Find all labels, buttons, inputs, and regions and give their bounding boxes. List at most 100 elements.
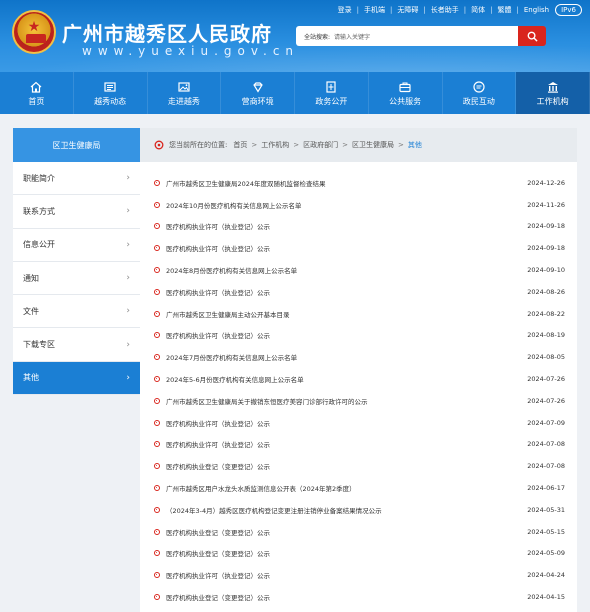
breadcrumb-health-bureau[interactable]: 区卫生健康局 [352,140,394,150]
list-item[interactable]: 医疗机构执业登记（变更登记）公示 2024-05-09 [140,543,577,565]
nav-business[interactable]: 营商环境 [221,72,295,114]
list-item[interactable]: 广州市越秀区卫生健康局2024年度双随机监督检查结果 2024-12-26 [140,172,577,194]
article-title-link[interactable]: 医疗机构执业许可（执业登记）公示 [166,330,519,340]
article-title-link[interactable]: 医疗机构执业许可（执业登记）公示 [166,439,519,449]
article-title-link[interactable]: 医疗机构执业许可（执业登记）公示 [166,418,519,428]
nav-label: 政务公开 [315,96,348,106]
sidebar-item-notices[interactable]: 通知 › [13,261,140,296]
nav-news[interactable]: 越秀动态 [74,72,148,114]
login-link[interactable]: 登录 [338,5,352,15]
nav-public-service[interactable]: 公共服务 [369,72,443,114]
sidebar-heading: 区卫生健康局 [13,128,140,162]
list-item[interactable]: 医疗机构执业许可（执业登记）公示 2024-07-09 [140,412,577,434]
list-item[interactable]: 医疗机构执业许可（执业登记）公示 2024-08-19 [140,325,577,347]
search-button[interactable] [518,26,546,46]
accessibility-link[interactable]: 无障碍 [397,5,418,15]
article-title-link[interactable]: 2024年5-6月份医疗机构有关信息网上公示名单 [166,374,519,384]
sidebar-item-other[interactable]: 其他 › [13,361,140,396]
breadcrumb-current[interactable]: 其他 [408,140,422,150]
article-date: 2024-11-26 [527,200,565,209]
list-item[interactable]: 医疗机构执业登记（变更登记）公示 2024-07-08 [140,455,577,477]
article-title-link[interactable]: 医疗机构执业登记（变更登记）公示 [166,461,519,471]
list-item[interactable]: 广州市越秀区卫生健康局主动公开基本目录 2024-08-22 [140,303,577,325]
nav-label: 公共服务 [389,96,422,106]
elder-helper-link[interactable]: 长者助手 [431,5,459,15]
list-item[interactable]: 2024年5-6月份医疗机构有关信息网上公示名单 2024-07-26 [140,368,577,390]
article-date: 2024-08-19 [527,331,565,340]
article-title-link[interactable]: 2024年10月份医疗机构有关信息网上公示名单 [166,200,519,210]
nav-gov-open[interactable]: 政务公开 [295,72,369,114]
article-date: 2024-05-15 [527,527,565,536]
article-title-link[interactable]: 2024年7月份医疗机构有关信息网上公示名单 [166,352,519,362]
bullet-icon [154,506,160,513]
sidebar-item-intro[interactable]: 职能简介 › [13,162,140,196]
bullet-icon [154,376,160,383]
traditional-link[interactable]: 繁體 [497,5,511,15]
article-title-link[interactable]: 医疗机构执业许可（执业登记）公示 [166,221,519,231]
article-title-link[interactable]: 医疗机构执业许可（执业登记）公示 [166,570,519,580]
article-title-link[interactable]: 广州市越秀区卫生健康局关于撤销东恒医疗美容门诊部行政许可的公示 [166,396,519,406]
article-date: 2024-07-08 [527,440,565,449]
article-title-link[interactable]: 医疗机构执业登记（变更登记）公示 [166,527,519,537]
nav-interaction[interactable]: 政民互动 [443,72,517,114]
article-date: 2024-12-26 [527,178,565,187]
nav-home[interactable]: 首页 [0,72,74,114]
article-title-link[interactable]: 广州市越秀区卫生健康局2024年度双随机监督检查结果 [166,178,519,188]
list-item[interactable]: 医疗机构执业许可（执业登记）公示 2024-08-26 [140,281,577,303]
nav-label: 工作机构 [536,96,569,106]
site-title[interactable]: 广州市越秀区人民政府 [62,18,272,47]
nav-about[interactable]: 走进越秀 [148,72,222,114]
list-item[interactable]: 2024年8月份医疗机构有关信息网上公示名单 2024-09-10 [140,259,577,281]
article-date: 2024-08-05 [527,353,565,362]
search-input[interactable]: 全站搜索: 请输入关键字 [296,26,518,46]
article-title-link[interactable]: （2024年3-4月）越秀区医疗机构登记变更注册注销停业备案结果情况公示 [166,505,519,515]
list-item[interactable]: 医疗机构执业登记（变更登记）公示 2024-04-15 [140,586,577,608]
home-icon [30,81,42,93]
article-title-link[interactable]: 医疗机构执业登记（变更登记）公示 [166,548,519,558]
article-title-link[interactable]: 医疗机构执业许可（执业登记）公示 [166,243,519,253]
list-item[interactable]: 2024年10月份医疗机构有关信息网上公示名单 2024-11-26 [140,194,577,216]
bullet-icon [154,201,160,208]
nav-agencies[interactable]: 工作机构 [516,72,590,114]
article-title-link[interactable]: 医疗机构执业登记（变更登记）公示 [166,592,519,602]
breadcrumb-departments[interactable]: 区政府部门 [303,140,338,150]
bullet-icon [154,354,160,361]
list-item[interactable]: （2024年3-4月）越秀区医疗机构登记变更注册注销停业备案结果情况公示 2024… [140,499,577,521]
mobile-link[interactable]: 手机端 [364,5,385,15]
sidebar-item-info-open[interactable]: 信息公开 › [13,228,140,262]
ipv6-badge: IPv6 [555,4,582,16]
list-item[interactable]: 广州市越秀区用户水龙头水质监测信息公开表（2024年第2季度） 2024-06-1… [140,477,577,499]
search-label: 全站搜索: [304,33,331,41]
list-item[interactable]: 2024年7月份医疗机构有关信息网上公示名单 2024-08-05 [140,346,577,368]
article-title-link[interactable]: 广州市越秀区卫生健康局主动公开基本目录 [166,309,519,319]
search-icon [527,31,538,42]
list-item[interactable]: 医疗机构执业许可（执业登记）公示 2024-07-08 [140,434,577,456]
briefcase-icon [399,82,411,92]
site-search: 全站搜索: 请输入关键字 [296,26,546,46]
list-item[interactable]: 医疗机构执业许可（执业登记）公示 2024-09-18 [140,237,577,259]
document-icon [326,80,336,93]
bullet-icon [154,572,160,579]
list-item[interactable]: 医疗机构执业登记（变更登记）公示 2024-05-15 [140,521,577,543]
article-title-link[interactable]: 2024年8月份医疗机构有关信息网上公示名单 [166,265,519,275]
chevron-right-icon: › [126,239,130,250]
breadcrumb-agencies[interactable]: 工作机构 [261,140,289,150]
top-links: 登录 | 手机端 | 无障碍 | 长者助手 | 简体 | 繁體 | English IPv6 [338,4,582,16]
article-title-link[interactable]: 医疗机构执业许可（执业登记）公示 [166,287,519,297]
sidebar-item-downloads[interactable]: 下载专区 › [13,328,140,362]
article-date: 2024-08-26 [527,287,565,296]
sidebar-item-contact[interactable]: 联系方式 › [13,195,140,229]
article-title-link[interactable]: 广州市越秀区用户水龙头水质监测信息公开表（2024年第2季度） [166,483,519,493]
sidebar-item-files[interactable]: 文件 › [13,295,140,329]
english-link[interactable]: English [524,6,549,14]
list-item[interactable]: 医疗机构执业许可（执业登记）公示 2024-04-24 [140,564,577,586]
sidebar-item-label: 职能简介 [23,173,55,183]
article-date: 2024-07-26 [527,396,565,405]
nav-label: 走进越秀 [167,96,200,106]
site-header: ★ 广州市越秀区人民政府 www.yuexiu.gov.cn 登录 | 手机端 | … [0,0,590,72]
list-item[interactable]: 医疗机构执业许可（执业登记）公示 2024-09-18 [140,216,577,238]
sidebar-item-label: 其他 [23,373,39,383]
breadcrumb-home[interactable]: 首页 [233,140,247,150]
list-item[interactable]: 广州市越秀区卫生健康局关于撤销东恒医疗美容门诊部行政许可的公示 2024-07-2… [140,390,577,412]
simplified-link[interactable]: 简体 [471,5,485,15]
